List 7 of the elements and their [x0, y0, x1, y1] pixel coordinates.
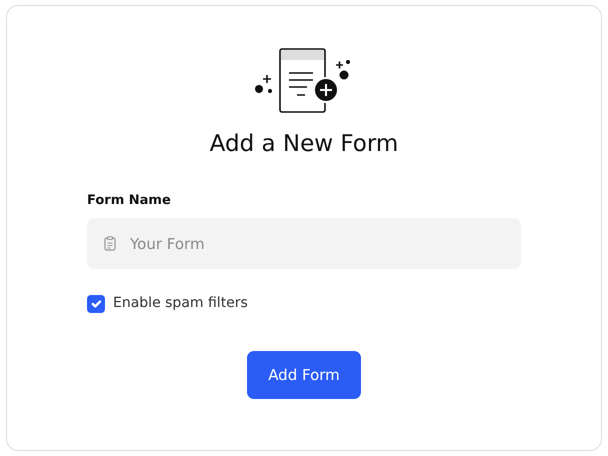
spam-filter-label: Enable spam filters	[113, 294, 248, 314]
add-form-button[interactable]: Add Form	[247, 351, 361, 400]
clipboard-icon	[104, 236, 116, 252]
form-name-label: Form Name	[87, 192, 172, 210]
spam-filter-checkbox[interactable]	[87, 294, 105, 313]
form-name-field[interactable]: Your Form	[87, 218, 521, 270]
form-title: Add a New Form	[210, 131, 398, 159]
